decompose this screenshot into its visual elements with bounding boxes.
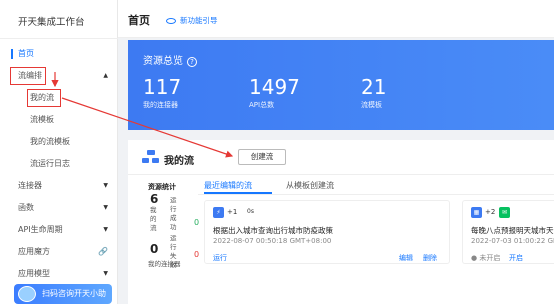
- connector-count-label: 我的连接器: [148, 260, 181, 268]
- stat-value: 117: [143, 75, 182, 99]
- resource-overview-banner: 资源总览? 117 我的连接器 1497 API总数 21 流模板: [128, 40, 554, 130]
- app-root: 开天集成工作台 首页 流编排 ▲ 我的流 流模板 我的流模板 流运行日志 连接器…: [0, 0, 554, 304]
- eye-icon: [166, 18, 176, 24]
- flow-count-label: 我的流: [150, 206, 157, 232]
- chevron-down-icon: ▼: [103, 182, 108, 189]
- help-icon[interactable]: ?: [187, 57, 197, 67]
- stat-api-total: 1497 API总数: [249, 76, 300, 110]
- robot-icon: [18, 286, 36, 302]
- stat-label: 流模板: [361, 101, 382, 109]
- sidebar-item-app-model[interactable]: 应用模型 ▼: [0, 264, 118, 284]
- stat-value: 1497: [249, 75, 300, 99]
- stat-value: 21: [361, 75, 387, 99]
- sidebar-item-label: API生命周期: [18, 225, 63, 234]
- flow-date: 2022-07-03 01:00:22 GMT+: [471, 237, 554, 245]
- sidebar-item-label: 应用魔方: [18, 247, 50, 256]
- flow-card[interactable]: ▦ +2 ✉ 每晚八点预报明天城市天气情 2022-07-03 01:00:22…: [462, 200, 554, 264]
- chevron-down-icon: ▼: [103, 204, 108, 211]
- flow-run-status[interactable]: 运行: [213, 253, 227, 263]
- divider: [0, 38, 118, 39]
- action-badge: 0s: [247, 208, 254, 215]
- tab-recent-flows[interactable]: 最近编辑的流: [204, 180, 252, 191]
- flow-icon: [142, 150, 160, 164]
- overview-title: 资源总览?: [143, 52, 197, 67]
- flow-count: 6: [150, 192, 159, 206]
- sidebar-item-connectors[interactable]: 连接器 ▼: [0, 176, 118, 196]
- chevron-down-icon: ▼: [103, 226, 108, 233]
- sidebar-subitem-flow-templates[interactable]: 流模板: [0, 110, 118, 130]
- wechat-icon: ✉: [499, 207, 510, 218]
- guide-label: 新功能引导: [180, 16, 218, 25]
- sidebar-item-api-lifecycle[interactable]: API生命周期 ▼: [0, 220, 118, 240]
- stat-label: API总数: [249, 101, 275, 109]
- tab-create-from-template[interactable]: 从模板创建流: [286, 180, 334, 191]
- link-icon: 🔗: [98, 247, 108, 256]
- flow-title: 每晚八点预报明天城市天气情: [471, 226, 554, 235]
- disabled-status: ● 未开启: [471, 254, 501, 262]
- sidebar: 开天集成工作台 首页 流编排 ▲ 我的流 流模板 我的流模板 流运行日志 连接器…: [0, 0, 118, 304]
- sidebar-item-label: 函数: [18, 203, 34, 212]
- resource-stats: 资源统计 6 我的流 运行成功 0 运行失败 0 0 我的连接器: [142, 176, 199, 304]
- edit-button[interactable]: 编辑: [399, 253, 413, 263]
- annotation-box-my-flows: [27, 89, 61, 107]
- divider: [128, 174, 554, 175]
- delete-button[interactable]: 删除: [423, 253, 437, 263]
- sidebar-item-app-cube[interactable]: 应用魔方 🔗: [0, 242, 118, 262]
- stat-label: 我的连接器: [143, 101, 178, 109]
- new-feature-guide-link[interactable]: 新功能引导: [166, 15, 218, 26]
- flow-date: 2022-08-07 00:50:18 GMT+08:00: [213, 237, 332, 245]
- sidebar-subitem-flow-run-logs[interactable]: 流运行日志: [0, 154, 118, 174]
- stat-flow-templates: 21 流模板: [361, 76, 386, 110]
- divider: [198, 194, 554, 195]
- run-success-value: 0: [194, 218, 200, 227]
- trigger-icon: ⚡: [213, 207, 224, 218]
- chevron-down-icon: ▼: [103, 270, 108, 277]
- my-flows-panel: 我的流 创建流 资源统计 6 我的流 运行成功 0 运行失败 0 0 我的连接器…: [128, 140, 554, 304]
- run-fail-value: 0: [194, 250, 200, 259]
- annotation-box-flow-orchestration: [10, 67, 46, 85]
- run-success-label: 运行成功: [170, 196, 177, 231]
- sidebar-item-label: 应用模型: [18, 269, 50, 278]
- brand-title: 开天集成工作台: [18, 17, 85, 28]
- create-flow-button[interactable]: 创建流: [238, 149, 286, 165]
- chevron-up-icon: ▲: [103, 72, 108, 79]
- connector-count: 0: [150, 242, 159, 256]
- extra-count: +2: [485, 208, 496, 216]
- stat-connectors: 117 我的连接器: [143, 76, 181, 110]
- flow-title: 根据出入城市查询出行城市防疫政策: [213, 226, 333, 235]
- sidebar-item-home[interactable]: 首页: [0, 44, 118, 64]
- top-header: 首页 新功能引导: [118, 0, 554, 38]
- sidebar-item-label: 连接器: [18, 181, 42, 190]
- extra-count: +1: [227, 208, 238, 216]
- sidebar-subitem-my-flow-templates[interactable]: 我的流模板: [0, 132, 118, 152]
- calendar-icon: ▦: [471, 207, 482, 218]
- flow-card[interactable]: ⚡ +1 0s 根据出入城市查询出行城市防疫政策 2022-08-07 00:5…: [204, 200, 450, 264]
- sidebar-item-functions[interactable]: 函数 ▼: [0, 198, 118, 218]
- enable-button[interactable]: 开启: [509, 253, 523, 263]
- page-title: 首页: [128, 14, 150, 27]
- promo-label: 扫码咨询开天小助手: [42, 289, 106, 298]
- assistant-promo-banner[interactable]: 扫码咨询开天小助手: [14, 284, 112, 304]
- resource-stats-title: 资源统计: [148, 183, 176, 191]
- my-flows-title: 我的流: [164, 156, 194, 167]
